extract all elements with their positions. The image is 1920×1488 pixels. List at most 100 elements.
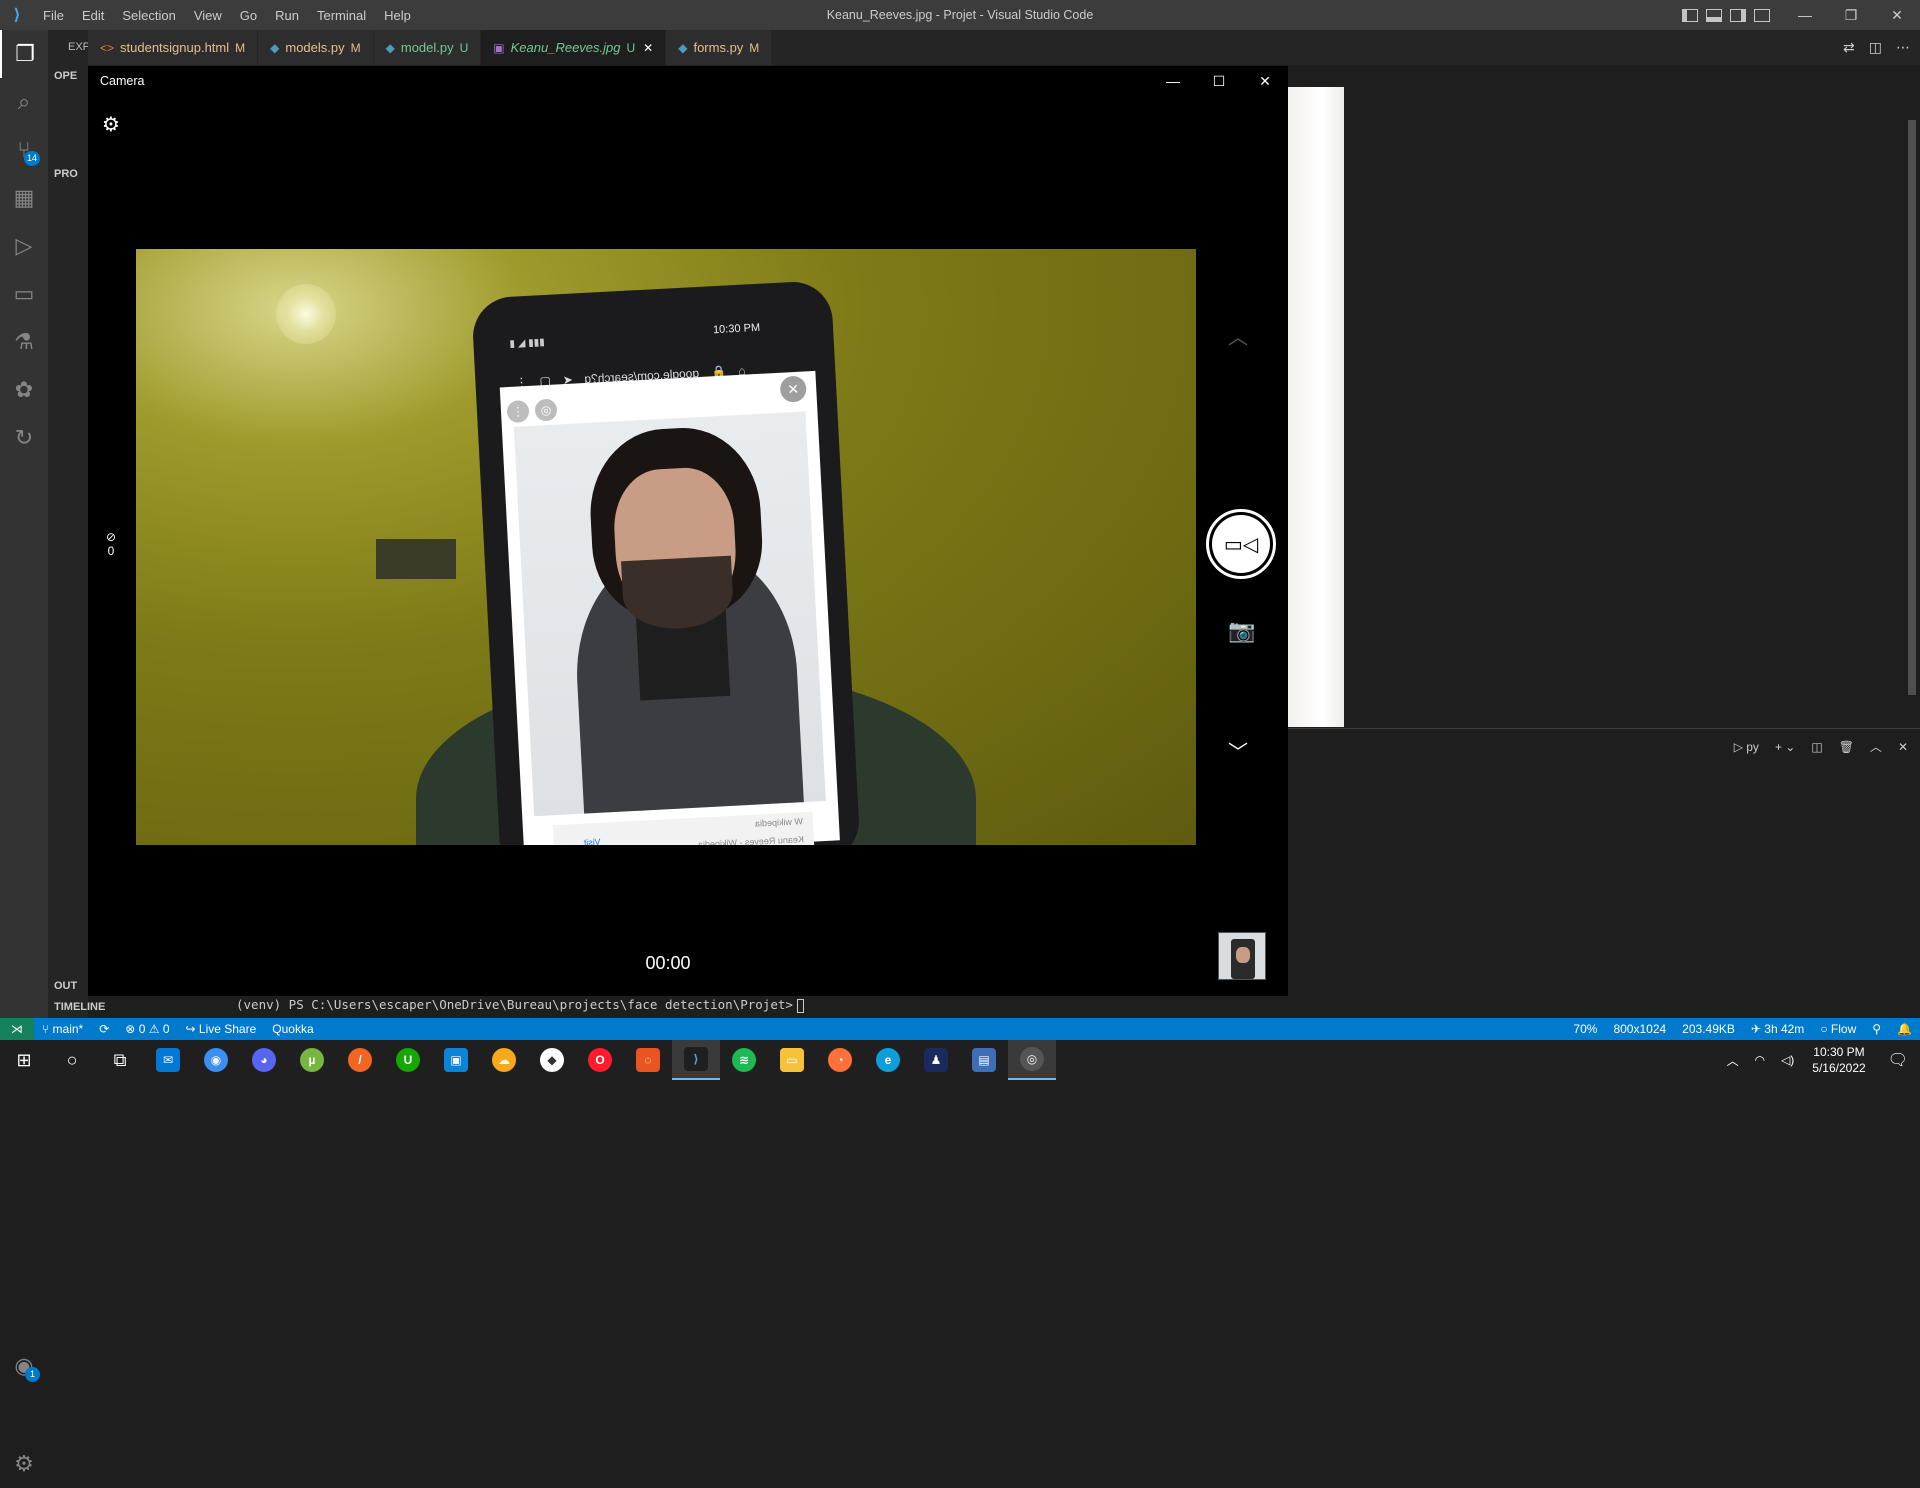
phone-close-icon: ✕ (779, 375, 807, 403)
discord-icon[interactable]: ◕ (240, 1040, 288, 1080)
new-terminal-icon[interactable]: + ⌄ (1775, 740, 1795, 754)
menu-edit[interactable]: Edit (73, 8, 113, 23)
camera-maximize-icon[interactable]: ☐ (1196, 66, 1242, 96)
quokka-button[interactable]: Quokka (264, 1022, 321, 1036)
firefox-icon[interactable]: ◔ (816, 1040, 864, 1080)
app-store-icon[interactable]: ▣ (432, 1040, 480, 1080)
editor-scrollbar[interactable] (1908, 120, 1916, 695)
clock[interactable]: 10:30 PM 5/16/2022 (1802, 1044, 1875, 1076)
accounts-icon[interactable]: ◉ 1 (0, 1342, 48, 1390)
branch-indicator[interactable]: ⑂ main* (34, 1022, 91, 1036)
windows-start-icon[interactable]: ⊞ (0, 1040, 48, 1080)
last-capture-thumbnail[interactable] (1218, 932, 1266, 980)
extensions-icon[interactable]: ▦ (0, 174, 48, 222)
customize-layout-icon[interactable] (1754, 8, 1770, 22)
paw-icon[interactable]: ✿ (0, 366, 48, 414)
image-filesize: 203.49KB (1682, 1022, 1735, 1036)
sync-icon[interactable]: ⟳ (91, 1022, 117, 1036)
file-explorer-icon[interactable]: ▭ (768, 1040, 816, 1080)
explorer-icon[interactable]: ❐ (0, 30, 48, 78)
kill-terminal-icon[interactable]: 🗑 (1839, 740, 1854, 754)
app-dark-icon[interactable]: ♟ (912, 1040, 960, 1080)
run-debug-icon[interactable]: ▷ (0, 222, 48, 270)
tab-keanu-reeves[interactable]: ▣ Keanu_Reeves.jpg U ✕ (481, 30, 667, 65)
app-orange-icon[interactable]: / (336, 1040, 384, 1080)
zoom-level[interactable]: 70% (1565, 1022, 1605, 1036)
tab-forms[interactable]: ◆ forms.py M (666, 30, 773, 65)
upwork-icon[interactable]: U (384, 1040, 432, 1080)
notifications-icon[interactable]: 🔔 (1889, 1022, 1920, 1036)
maximize-panel-icon[interactable]: ︿ (1870, 738, 1882, 755)
app-white-icon[interactable]: ◆ (528, 1040, 576, 1080)
outline-section[interactable]: OUT (48, 975, 88, 997)
menu-view[interactable]: View (185, 8, 231, 23)
source-control-icon[interactable]: ⑂ 14 (0, 126, 48, 174)
restore-icon[interactable]: ❐ (1828, 0, 1874, 30)
live-share-icon[interactable]: ↻ (0, 414, 48, 462)
camera-settings-gear-icon[interactable]: ⚙ (102, 112, 120, 137)
action-center-icon[interactable]: 🗨 (1876, 1050, 1920, 1070)
split-editor-icon[interactable]: ◫ (1869, 39, 1882, 56)
search-icon[interactable]: ⌕ (0, 78, 48, 126)
tab-studentsignup[interactable]: <> studentsignup.html M (88, 30, 259, 65)
record-video-button[interactable]: ▭◁ (1206, 509, 1276, 579)
search-circle-icon[interactable]: ○ (48, 1040, 96, 1080)
chevron-up-icon[interactable]: ︿ (1228, 321, 1248, 350)
camera-taskbar-icon[interactable]: ◎ (1008, 1040, 1056, 1080)
tab-model[interactable]: ◆ model.py U (373, 30, 482, 65)
menu-selection[interactable]: Selection (113, 8, 184, 23)
ubuntu-icon[interactable]: ◌ (624, 1040, 672, 1080)
settings-gear-icon[interactable]: ⚙ (0, 1440, 48, 1488)
volume-icon[interactable]: ◁) (1773, 1053, 1802, 1067)
opera-icon[interactable]: O (576, 1040, 624, 1080)
mail-app-icon[interactable]: ✉ (144, 1040, 192, 1080)
app-computer-icon[interactable]: ▤ (960, 1040, 1008, 1080)
tray-chevron-icon[interactable]: ︿ (1719, 1052, 1747, 1069)
problems-indicator[interactable]: ⊗ 0 ⚠ 0 (117, 1022, 177, 1036)
terminal-output[interactable]: (venv) PS C:\Users\escaper\OneDrive\Bure… (236, 997, 804, 1017)
camera-close-icon[interactable]: ✕ (1242, 66, 1288, 96)
menu-run[interactable]: Run (266, 8, 308, 23)
close-panel-icon[interactable]: ✕ (1898, 740, 1908, 754)
weather-icon[interactable]: ☁ (480, 1040, 528, 1080)
edge-icon[interactable]: e (864, 1040, 912, 1080)
menu-terminal[interactable]: Terminal (308, 8, 375, 23)
toggle-sidebar-icon[interactable] (1682, 8, 1698, 22)
minimize-icon[interactable]: — (1782, 0, 1828, 30)
vscode-taskbar-icon[interactable]: ⟩ (672, 1040, 720, 1080)
terminal-shell-selector[interactable]: ▷ py (1734, 740, 1759, 754)
menu-help[interactable]: Help (375, 8, 420, 23)
title-bar: ⟩ File Edit Selection View Go Run Termin… (0, 0, 1920, 30)
open-changes-icon[interactable]: ⇄ (1843, 39, 1855, 56)
task-view-icon[interactable]: ⧉ (96, 1040, 144, 1080)
photo-timer-indicator[interactable]: ⊘ 0 (100, 530, 122, 558)
camera-minimize-icon[interactable]: — (1150, 66, 1196, 96)
open-editors-section[interactable]: OPE (54, 70, 77, 82)
wifi-icon[interactable]: ◠ (1747, 1053, 1773, 1067)
testing-icon[interactable]: ⚗ (0, 318, 48, 366)
spotify-icon[interactable]: ≋ (720, 1040, 768, 1080)
tab-models[interactable]: ◆ models.py M (258, 30, 374, 65)
branch-name: main* (52, 1022, 84, 1036)
app-blue-icon[interactable]: ◉ (192, 1040, 240, 1080)
toggle-panel-icon[interactable] (1706, 8, 1722, 22)
more-actions-icon[interactable]: ⋯ (1896, 39, 1910, 56)
close-tab-icon[interactable]: ✕ (643, 41, 653, 55)
live-share-button[interactable]: ↪ Live Share (178, 1022, 265, 1036)
close-icon[interactable]: ✕ (1874, 0, 1920, 30)
chevron-down-icon[interactable]: ﹀ (1228, 736, 1248, 765)
project-section[interactable]: PRO (54, 168, 78, 180)
split-terminal-icon[interactable]: ◫ (1811, 740, 1822, 754)
menu-go[interactable]: Go (231, 8, 266, 23)
time-spent[interactable]: ✈ 3h 42m (1743, 1022, 1812, 1036)
flow-button[interactable]: ○ Flow (1812, 1022, 1864, 1036)
timeline-section[interactable]: TIMELINE (48, 996, 188, 1018)
portrait-photo (513, 411, 826, 817)
photo-mode-icon[interactable]: 📷 (1228, 618, 1255, 644)
remote-indicator-icon[interactable]: ⋊ (0, 1018, 34, 1040)
toggle-secondary-sidebar-icon[interactable] (1730, 8, 1746, 22)
feedback-icon[interactable]: ⚲ (1864, 1022, 1889, 1036)
utorrent-icon[interactable]: µ (288, 1040, 336, 1080)
remote-explorer-icon[interactable]: ▭ (0, 270, 48, 318)
menu-file[interactable]: File (34, 8, 73, 23)
